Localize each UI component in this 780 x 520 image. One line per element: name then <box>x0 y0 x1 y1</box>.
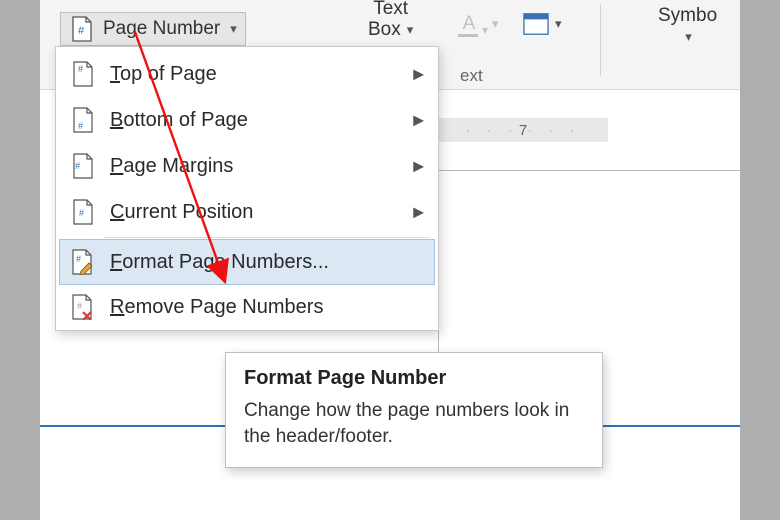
menu-item-label: Bottom of Page <box>110 109 248 132</box>
submenu-arrow-icon: ▶ <box>413 204 424 221</box>
menu-item-current-position[interactable]: # Current Position ▶ <box>56 189 438 235</box>
chevron-down-icon: ▾ <box>407 23 414 37</box>
menu-item-remove-page-numbers[interactable]: # Remove Page Numbers <box>56 284 438 330</box>
submenu-arrow-icon: ▶ <box>413 158 424 175</box>
submenu-arrow-icon: ▶ <box>413 66 424 83</box>
menu-item-label: Top of Page <box>110 63 217 86</box>
chevron-down-icon: ▾ <box>230 21 237 37</box>
tooltip-title: Format Page Number <box>244 367 584 390</box>
format-page-numbers-icon: # <box>70 249 96 275</box>
tooltip-description: Change how the page numbers look in the … <box>244 398 584 449</box>
page-top-icon: # <box>70 61 96 87</box>
menu-item-bottom-of-page[interactable]: # Bottom of Page ▶ <box>56 97 438 143</box>
svg-text:#: # <box>79 208 84 218</box>
menu-item-label: Current Position <box>110 201 253 224</box>
svg-text:#: # <box>78 64 83 74</box>
svg-text:#: # <box>75 161 80 171</box>
app-window: # Page Number ▾ Text Box ▾ A ▾ ▾ <box>40 0 740 520</box>
font-color-swatch <box>458 34 478 37</box>
menu-item-label: Remove Page Numbers <box>110 296 323 319</box>
font-color-button[interactable]: A ▾ ▾ <box>450 10 507 38</box>
ribbon-separator <box>600 4 601 76</box>
svg-text:#: # <box>77 301 82 311</box>
chevron-down-icon: ▾ <box>685 29 692 45</box>
chevron-down-icon: ▾ <box>482 23 488 37</box>
page-bottom-icon: # <box>70 107 96 133</box>
menu-item-top-of-page[interactable]: # Top of Page ▶ <box>56 51 438 97</box>
page-number-label: Page Number <box>103 18 220 40</box>
menu-separator <box>104 237 430 238</box>
svg-text:#: # <box>78 121 83 131</box>
page-margins-icon: # <box>70 153 96 179</box>
tooltip: Format Page Number Change how the page n… <box>225 352 603 468</box>
ruler-tick-label: 7 <box>519 122 527 139</box>
text-box-button[interactable]: Text Box ▾ <box>360 0 421 44</box>
remove-page-numbers-icon: # <box>70 294 96 320</box>
window-icon <box>523 11 549 37</box>
font-color-glyph: A <box>463 13 476 34</box>
text-box-label-2: Box <box>368 20 401 41</box>
svg-text:#: # <box>78 25 85 37</box>
ribbon-group-label: ext <box>460 66 483 86</box>
page-number-menu: # Top of Page ▶ # Bottom of Page ▶ <box>55 46 439 331</box>
page-number-icon: # <box>69 16 95 42</box>
page-number-button[interactable]: # Page Number ▾ <box>60 12 246 46</box>
menu-item-label: Page Margins <box>110 155 233 178</box>
chevron-down-icon: ▾ <box>492 16 499 32</box>
menu-item-label: Format Page Numbers... <box>110 251 329 274</box>
svg-text:#: # <box>76 254 81 264</box>
menu-item-format-page-numbers[interactable]: # Format Page Numbers... <box>59 239 435 285</box>
submenu-arrow-icon: ▶ <box>413 112 424 129</box>
chevron-down-icon: ▾ <box>555 16 562 32</box>
ruler-segment: · · · 7 · · · <box>438 118 608 142</box>
menu-item-page-margins[interactable]: # Page Margins ▶ <box>56 143 438 189</box>
page-current-icon: # <box>70 199 96 225</box>
symbol-button[interactable]: Symbo ▾ <box>650 2 725 48</box>
text-box-label-1: Text <box>373 0 408 20</box>
symbol-label: Symbo <box>658 5 717 27</box>
window-layout-button[interactable]: ▾ <box>515 8 570 40</box>
